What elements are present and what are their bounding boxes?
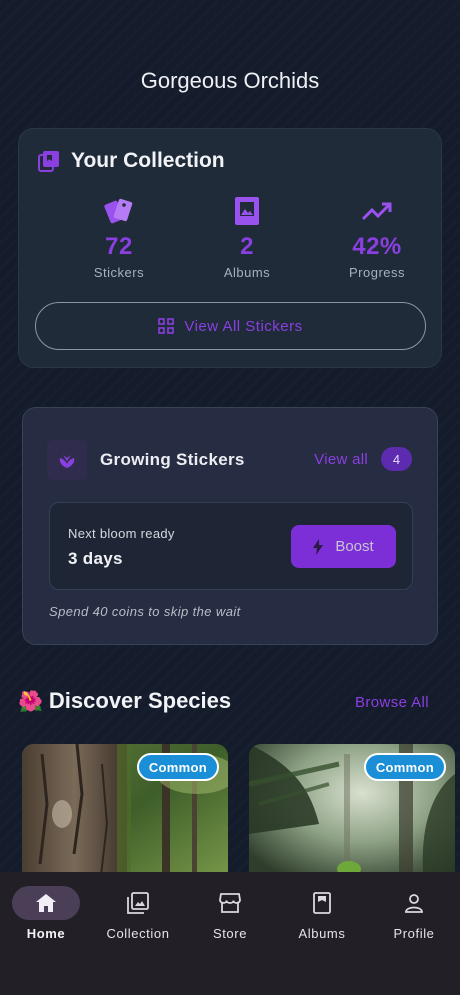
stat-progress: 42% Progress [317, 195, 437, 280]
stickers-icon [104, 198, 133, 224]
growing-stickers-card: Growing Stickers View all 4 Next bloom r… [22, 407, 438, 645]
nav-item-collection[interactable]: Collection [92, 886, 184, 941]
bolt-icon [313, 538, 324, 555]
albums-icon [313, 892, 331, 914]
nav-item-store[interactable]: Store [184, 886, 276, 941]
boost-button[interactable]: Boost [291, 525, 396, 568]
boost-label: Boost [335, 538, 374, 555]
collections-icon [38, 151, 59, 172]
profile-icon [405, 894, 423, 913]
stat-value: 42% [352, 233, 402, 260]
nav-label: Store [212, 926, 248, 941]
stat-label: Progress [348, 265, 406, 280]
hibiscus-icon: 🌺 [18, 690, 43, 713]
nav-label: Home [26, 926, 66, 941]
nav-label: Profile [393, 926, 435, 941]
collection-title: Your Collection [71, 149, 225, 172]
bottom-navigation: Home Collection Store Albums Profile [0, 872, 460, 995]
nav-item-home[interactable]: Home [0, 886, 92, 941]
album-icon [235, 197, 259, 225]
home-icon [36, 894, 56, 912]
growing-view-all-link[interactable]: View all [314, 451, 368, 468]
discover-title: Discover Species [48, 688, 232, 713]
trending-up-icon [361, 202, 392, 221]
collection-card: Your Collection 72 Stickers 2 Albums 42%… [18, 128, 442, 368]
view-all-stickers-button[interactable]: View All Stickers [35, 302, 426, 350]
grid-icon [158, 318, 175, 334]
boost-hint: Spend 40 coins to skip the wait [49, 604, 241, 619]
rarity-badge: Common [363, 753, 446, 781]
store-icon [219, 893, 241, 913]
stat-stickers: 72 Stickers [59, 195, 179, 280]
species-card[interactable]: Common [22, 744, 228, 884]
browse-all-link[interactable]: Browse All [355, 694, 429, 711]
growing-header: Growing Stickers [47, 440, 245, 480]
nav-item-albums[interactable]: Albums [276, 886, 368, 941]
growing-icon-badge [47, 440, 87, 480]
rarity-badge: Common [136, 753, 219, 781]
stat-label: Stickers [93, 265, 145, 280]
species-card[interactable]: Common [249, 744, 455, 884]
bloom-label: Next bloom ready [68, 526, 175, 541]
nav-label: Albums [298, 926, 346, 941]
sprout-icon [59, 455, 75, 468]
bloom-value: 3 days [68, 549, 123, 568]
stat-label: Albums [223, 265, 271, 280]
nav-label: Collection [106, 926, 170, 941]
discover-header: 🌺 Discover Species [18, 688, 231, 714]
stat-albums: 2 Albums [187, 195, 307, 280]
nav-item-profile[interactable]: Profile [368, 886, 460, 941]
growing-count-badge: 4 [381, 447, 412, 471]
page-title: Gorgeous Orchids [140, 68, 320, 93]
stat-value: 72 [105, 233, 133, 260]
growing-title: Growing Stickers [100, 450, 245, 469]
collection-stats: 72 Stickers 2 Albums 42% Progress [19, 195, 443, 285]
bloom-status: Next bloom ready 3 days Boost [49, 502, 413, 590]
stat-value: 2 [240, 233, 254, 260]
collection-header: Your Collection [37, 149, 225, 173]
collection-icon [127, 892, 149, 914]
view-all-stickers-label: View All Stickers [184, 317, 303, 335]
